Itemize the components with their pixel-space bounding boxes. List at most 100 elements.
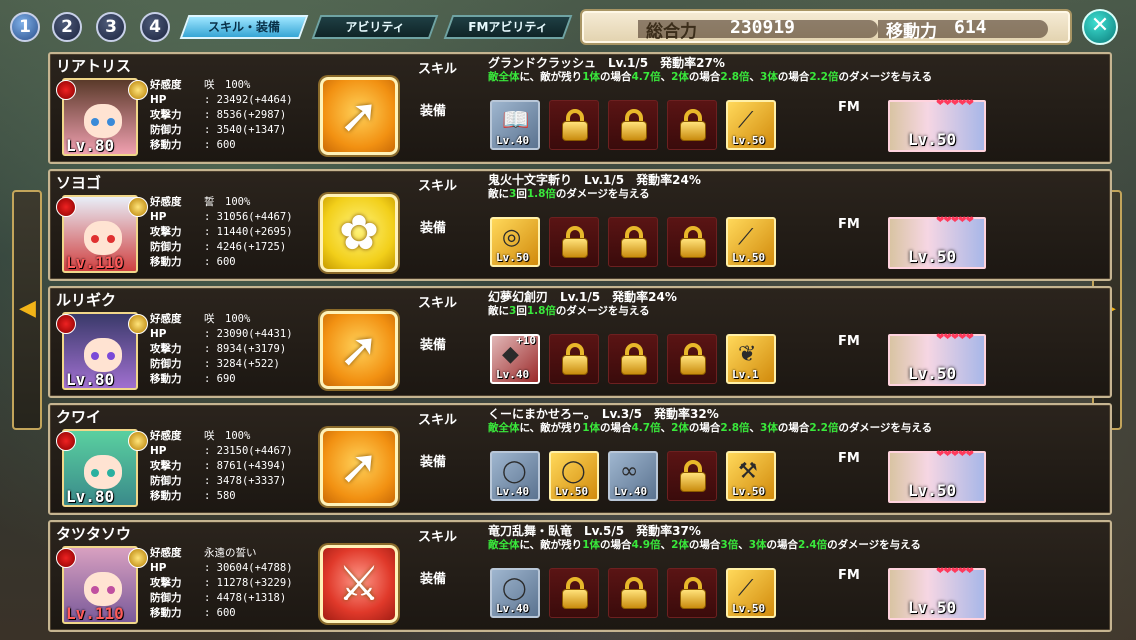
skill-description-part: 、 — [660, 539, 672, 551]
stat-value: 600 — [216, 256, 236, 268]
equip-slot[interactable]: ◯ Lv.50 — [549, 451, 599, 501]
skill-description-part: 2.4倍 — [798, 539, 828, 551]
party-tab-3[interactable]: 3 — [96, 12, 126, 42]
stat-value: 690 — [216, 373, 236, 385]
skill-button[interactable]: ✿ — [320, 194, 398, 272]
equip-slot[interactable]: ◯ Lv.40 — [490, 568, 540, 618]
skill-button[interactable]: ➚ — [320, 77, 398, 155]
locked-equip-slot[interactable] — [667, 334, 717, 384]
equip-label: 装備 — [420, 338, 447, 353]
stat-label: 攻撃力 — [150, 577, 182, 589]
portrait-face — [84, 455, 122, 489]
character-level: Lv.80 — [66, 136, 115, 155]
stat-value: 8934(+3179) — [216, 343, 287, 355]
locked-equip-slot[interactable] — [608, 568, 658, 618]
equip-slot[interactable]: 📖 Lv.40 — [490, 100, 540, 150]
stat-def: 防御力: 4246(+1725) — [150, 241, 287, 253]
skill-description-part: の場合 — [600, 422, 632, 434]
tab-ability[interactable]: アビリティ — [311, 15, 439, 39]
locked-equip-slot[interactable] — [549, 568, 599, 618]
locked-equip-slot[interactable] — [549, 217, 599, 267]
stat-label: 防御力 — [150, 592, 182, 604]
stat-move: 移動力: 690 — [150, 373, 236, 385]
portrait-face — [84, 104, 122, 138]
equip-level: Lv.40 — [496, 485, 530, 498]
equip-slot[interactable]: ◎ Lv.50 — [490, 217, 540, 267]
stat-move: 移動力: 600 — [150, 256, 236, 268]
stat-value: 3540(+1347) — [216, 124, 287, 136]
skill-button[interactable]: ➚ — [320, 311, 398, 389]
tab-fm-ability[interactable]: FMアビリティ — [443, 15, 573, 39]
locked-equip-slot[interactable] — [549, 100, 599, 150]
equip-slot[interactable]: ⚒ Lv.50 — [726, 451, 776, 501]
stat-value: 誓 100% — [204, 196, 251, 208]
stat-value: 3284(+522) — [216, 358, 280, 370]
stat-hp: HP: 23492(+4464) — [150, 94, 293, 106]
equip-slot[interactable]: ❦ Lv.1 — [726, 334, 776, 384]
skill-description: 敵に3回1.8倍のダメージを与える — [488, 303, 650, 318]
lock-icon — [562, 238, 588, 258]
locked-equip-slot[interactable] — [608, 100, 658, 150]
fm-card[interactable]: ❤❤❤❤❤ Lv.50 — [888, 566, 986, 620]
equip-label: 装備 — [420, 104, 447, 119]
skill-description-part: 1体 — [582, 71, 600, 83]
close-button[interactable]: ✕ — [1082, 9, 1118, 45]
character-name: ソヨゴ — [56, 174, 102, 192]
skill-description-part: 3倍 — [720, 539, 739, 551]
portrait-face — [84, 221, 122, 255]
locked-equip-slot[interactable] — [667, 100, 717, 150]
equip-slot[interactable]: ◆ +10 Lv.40 — [490, 334, 540, 384]
stat-atk: 攻撃力: 11440(+2695) — [150, 226, 293, 238]
fm-card[interactable]: ❤❤❤❤❤ Lv.50 — [888, 449, 986, 503]
skill-button[interactable]: ➚ — [320, 428, 398, 506]
lock-icon — [621, 238, 647, 258]
equip-slot[interactable]: ⟋ Lv.50 — [726, 100, 776, 150]
skill-button[interactable]: ⚔ — [320, 545, 398, 623]
equip-slot[interactable]: ⟋ Lv.50 — [726, 217, 776, 267]
locked-equip-slot[interactable] — [667, 217, 717, 267]
skill-description-part: 敵全体 — [488, 539, 520, 551]
equip-slot[interactable]: ⟋ Lv.50 — [726, 568, 776, 618]
locked-equip-slot[interactable] — [608, 217, 658, 267]
fm-card[interactable]: ❤❤❤❤❤ Lv.50 — [888, 215, 986, 269]
party-tab-1[interactable]: 1 — [10, 12, 40, 42]
lock-icon — [621, 589, 647, 609]
top-bar: 1 2 3 4 スキル・装備 アビリティ FMアビリティ 総合力 230919 … — [0, 0, 1136, 50]
character-name: タツタソウ — [56, 525, 132, 543]
party-tab-4[interactable]: 4 — [140, 12, 170, 42]
fm-label: FM — [838, 334, 860, 349]
locked-equip-slot[interactable] — [667, 568, 717, 618]
fm-card[interactable]: ❤❤❤❤❤ Lv.50 — [888, 332, 986, 386]
lock-icon — [562, 589, 588, 609]
sword-icon: ⚔ — [337, 556, 381, 612]
skill-description-part: 、 — [738, 539, 749, 551]
tab-skill-equip-label: スキル・装備 — [207, 20, 280, 34]
stat-affection: 好感度 咲 100% — [150, 78, 293, 93]
character-stats: 好感度 咲 100% HP: 23090(+4431) 攻撃力: 8934(+3179… — [150, 312, 293, 387]
stat-label: 好感度 — [150, 547, 182, 559]
skill-description-part: のダメージを与える — [555, 305, 650, 317]
fm-level: Lv.50 — [908, 598, 957, 617]
tab-skill-equip[interactable]: スキル・装備 — [179, 15, 309, 39]
character-row: ルリギク Lv.80 好感度 咲 100% HP: 23090(+4431) 攻撃力: … — [48, 286, 1112, 398]
stat-hp: HP: 23090(+4431) — [150, 328, 293, 340]
fm-card[interactable]: ❤❤❤❤❤ Lv.50 — [888, 98, 986, 152]
rarity-badge-icon — [128, 431, 148, 451]
prev-page-button[interactable]: ◀ — [12, 190, 42, 430]
equip-label: 装備 — [420, 572, 447, 587]
equip-slot[interactable]: ∞ Lv.40 — [608, 451, 658, 501]
chevron-left-icon: ◀ — [19, 296, 36, 321]
stat-value: 11278(+3229) — [216, 577, 293, 589]
skill-description-part: のダメージを与える — [555, 188, 650, 200]
locked-equip-slot[interactable] — [667, 451, 717, 501]
power-summary: 総合力 230919 移動力 614 — [580, 9, 1072, 45]
character-level: Lv.80 — [66, 370, 115, 389]
stat-value: 咲 100% — [204, 430, 251, 442]
equip-slot[interactable]: ◯ Lv.40 — [490, 451, 540, 501]
stat-affection: 好感度 誓 100% — [150, 195, 293, 210]
stat-def: 防御力: 3478(+3337) — [150, 475, 287, 487]
party-tab-2[interactable]: 2 — [52, 12, 82, 42]
locked-equip-slot[interactable] — [608, 334, 658, 384]
locked-equip-slot[interactable] — [549, 334, 599, 384]
stat-value: 600 — [216, 607, 236, 619]
